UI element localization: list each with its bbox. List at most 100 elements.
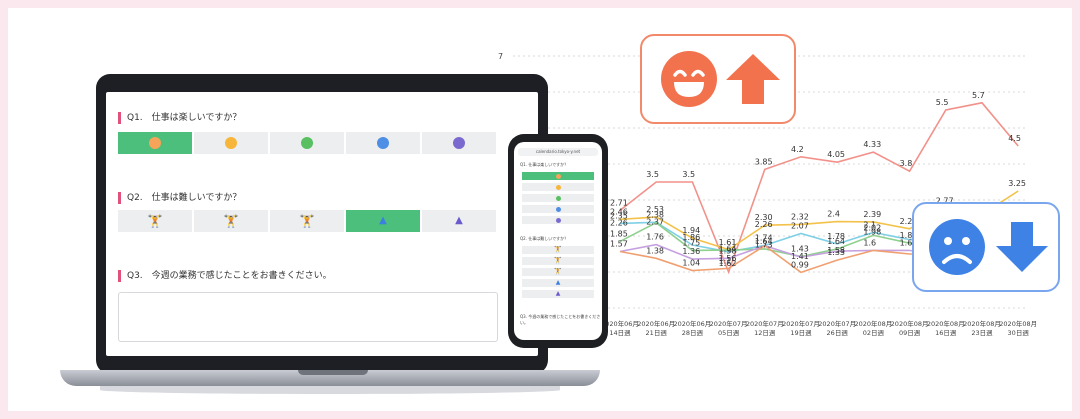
pq1-option-2[interactable] [522, 183, 594, 191]
q2-option-4[interactable]: ▲ [346, 210, 420, 232]
figure-group-icon: ▲ [379, 215, 387, 226]
x-tick-label: 23日週 [971, 328, 993, 337]
happy-trend-card [640, 34, 796, 124]
pq2-option-2[interactable]: 🏋 [522, 257, 594, 265]
hero-illustration: 7 2.71 2.46 2.35 2.26 1.85 1.57 3.5 2.53 2.38 2.37… [8, 8, 1072, 411]
x-tick-label: 28日週 [682, 328, 704, 337]
data-label: 1.57 [610, 239, 628, 248]
data-label: 4.2 [791, 145, 804, 154]
data-label: 3.25 [1008, 179, 1026, 188]
data-label: 1.85 [610, 229, 628, 238]
figure-lifting-heavy-icon: 🏋 [299, 214, 315, 228]
data-label: 1.6 [900, 238, 913, 247]
x-tick-label: 2020年08月 [999, 319, 1037, 328]
face-icon [555, 195, 561, 201]
data-label: 5.7 [972, 91, 985, 100]
pq1-option-1[interactable] [522, 172, 594, 180]
face-icon [555, 173, 561, 179]
question-1-text: Q1. 仕事は楽しいですか？ [127, 113, 242, 123]
x-tick-label: 2020年07月 [710, 319, 748, 328]
data-label: 3.8 [900, 159, 913, 168]
answer-textarea[interactable] [118, 292, 498, 342]
data-label: 3.5 [682, 170, 695, 179]
question-marker [118, 111, 121, 124]
x-tick-label: 12日週 [754, 328, 776, 337]
q2-option-5[interactable]: ▲ [422, 210, 496, 232]
x-tick-label: 14日週 [609, 328, 631, 337]
question-3-text: Q3. 今週の業務で感じたことをお書きください。 [127, 271, 332, 281]
x-tick-label: 16日週 [935, 328, 957, 337]
q1-option-2[interactable] [194, 132, 268, 154]
down-arrow-icon [996, 222, 1048, 272]
x-tick-label: 21日週 [646, 328, 668, 337]
data-label: 2.26 [610, 218, 628, 227]
q1-option-1[interactable] [118, 132, 192, 154]
face-neutral-icon [301, 137, 313, 149]
x-tick-label: 2020年07月 [746, 319, 784, 328]
q1-option-5[interactable] [422, 132, 496, 154]
x-tick-label: 02日週 [863, 328, 885, 337]
question-2: Q2. 仕事は難しいですか？ [118, 190, 241, 204]
pq1-option-5[interactable] [522, 216, 594, 224]
grinning-face-icon [661, 51, 717, 107]
q1-option-3[interactable] [270, 132, 344, 154]
x-tick-label: 26日週 [827, 328, 849, 337]
x-tick-label: 30日週 [1008, 328, 1030, 337]
q2-option-1[interactable]: 🏋 [118, 210, 192, 232]
pq2-option-5[interactable]: ▲ [522, 290, 594, 298]
face-icon [555, 184, 561, 190]
phone-question-3: Q3. 今週の業務で感じたことをお書きください。 [520, 314, 601, 325]
x-tick-label: 2020年06月 [673, 319, 711, 328]
face-icon [555, 206, 561, 212]
x-tick-label: 2020年07月 [782, 319, 820, 328]
face-very-happy-icon [149, 137, 161, 149]
question-marker [118, 269, 121, 282]
pq2-option-4[interactable]: ▲ [522, 279, 594, 287]
data-label: 1.6 [863, 238, 876, 247]
phone-url-bar[interactable]: calendario.tokyo-y.net [518, 148, 598, 156]
laptop-mockup: Q1. 仕事は楽しいですか？ Q2. 仕事は難しいですか？ 🏋 🏋 🏋 ▲ ▲ Q3. … [60, 74, 600, 404]
phone-question-2: Q2. 仕事は難しいですか？ [520, 236, 569, 241]
data-label: 2.37 [646, 218, 664, 227]
data-label: 2.71 [610, 198, 628, 207]
data-label: 3.85 [755, 157, 773, 166]
pq1-option-4[interactable] [522, 205, 594, 213]
pq2-option-3[interactable]: 🏋 [522, 268, 594, 276]
data-label: 2.02 [863, 223, 881, 232]
face-happy-icon [225, 137, 237, 149]
x-tick-label: 09日週 [899, 328, 921, 337]
laptop-shadow [100, 386, 560, 394]
data-label: 1.76 [646, 233, 664, 242]
data-label: 1.64 [827, 237, 845, 246]
face-icon [555, 217, 561, 223]
x-tick-label: 19日週 [790, 328, 812, 337]
x-tick-label: 2020年08月 [854, 319, 892, 328]
data-label: 2.32 [791, 212, 809, 221]
pq2-option-1[interactable]: 🏋 [522, 246, 594, 254]
figure-icon: 🏋 [554, 268, 562, 275]
data-label: 2.4 [827, 210, 840, 219]
q2-option-2[interactable]: 🏋 [194, 210, 268, 232]
data-label: 4.5 [1008, 134, 1021, 143]
q2-option-3[interactable]: 🏋 [270, 210, 344, 232]
pq1-option-3[interactable] [522, 194, 594, 202]
question-2-text: Q2. 仕事は難しいですか？ [127, 193, 242, 203]
question-3: Q3. 今週の業務で感じたことをお書きください。 [118, 268, 332, 282]
figure-icon: 🏋 [554, 246, 562, 253]
laptop-lid: Q1. 仕事は楽しいですか？ Q2. 仕事は難しいですか？ 🏋 🏋 🏋 ▲ ▲ Q3. … [96, 74, 548, 374]
sad-face-icon [929, 219, 985, 275]
data-label: 4.33 [863, 140, 881, 149]
x-tick-label: 2020年08月 [891, 319, 929, 328]
x-tick-label: 05日週 [718, 328, 740, 337]
y-tick-label: 7 [498, 52, 503, 61]
x-tick-label: 2020年06月 [637, 319, 675, 328]
data-label: 1.38 [719, 246, 737, 255]
sad-trend-card [912, 202, 1060, 292]
q1-option-4[interactable] [346, 132, 420, 154]
phone-screen: calendario.tokyo-y.net Q1. 仕事は楽しいですか？ Q2… [514, 142, 602, 340]
data-label: 4.05 [827, 150, 845, 159]
figure-icon: ▲ [555, 290, 561, 297]
data-label: 0.99 [791, 260, 809, 269]
question-2-options: 🏋 🏋 🏋 ▲ ▲ [118, 210, 496, 232]
data-label: 1.04 [682, 259, 700, 268]
